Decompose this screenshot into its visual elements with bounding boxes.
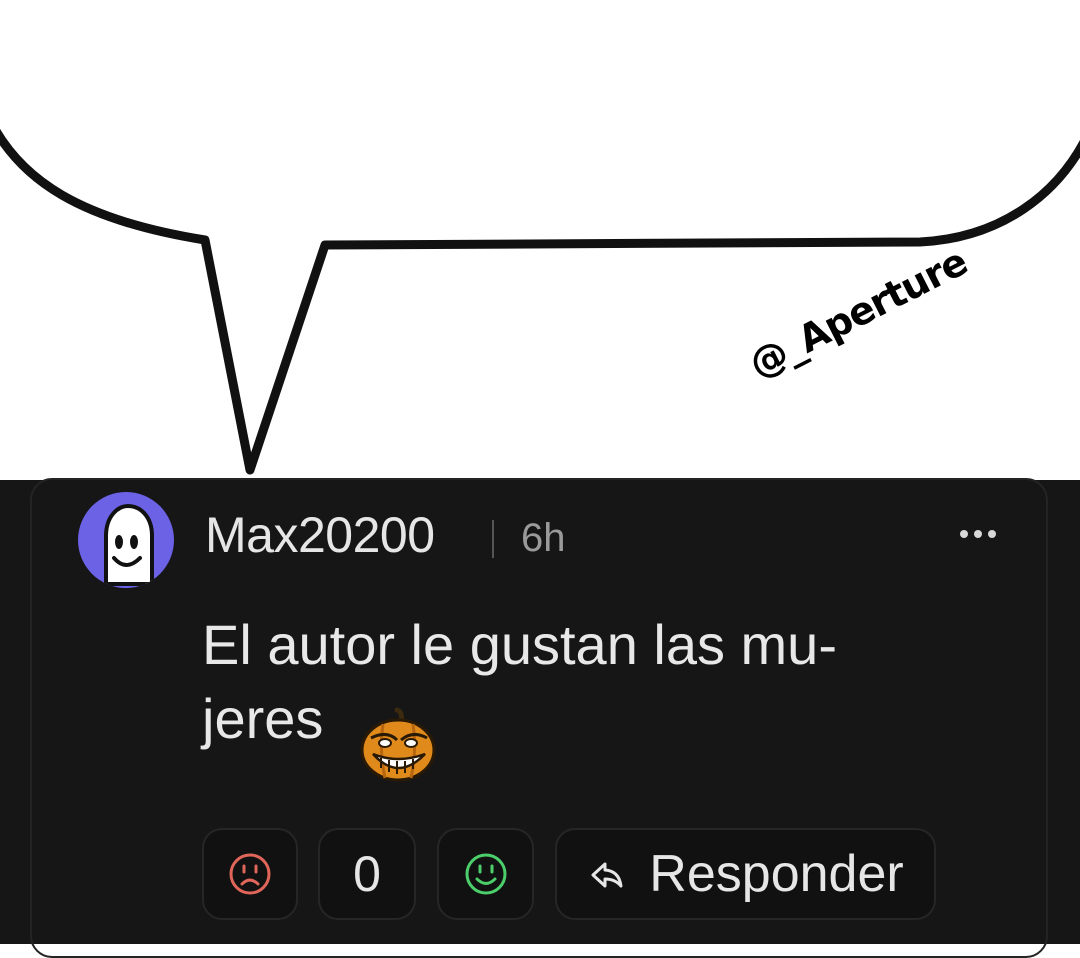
comment-username[interactable]: Max20200: [205, 506, 435, 564]
reply-arrow-icon: [591, 862, 623, 888]
vote-count: 0: [318, 828, 416, 920]
ghost-avatar-icon: [104, 503, 154, 586]
vote-count-value: 0: [353, 846, 381, 902]
comment-text-line-2: jeres: [202, 687, 324, 750]
more-options-button[interactable]: [948, 512, 1008, 556]
reply-button[interactable]: Responder: [555, 828, 936, 920]
avatar[interactable]: [78, 492, 174, 588]
comment-text-line-1: El autor le gustan las mu-: [202, 613, 837, 676]
reply-label: Responder: [649, 845, 904, 903]
more-dots-icon: [960, 530, 968, 538]
meme-image: @_Aperture: [0, 0, 1080, 480]
comment-body: El autor le gustan las mu- jeres: [202, 608, 962, 756]
pumpkin-trollface-emoji-icon: [360, 707, 436, 782]
downvote-button[interactable]: [202, 828, 298, 920]
smiley-face-icon: [465, 853, 506, 895]
speech-bubble: [0, 120, 1080, 475]
comment-timestamp: 6h: [521, 516, 566, 560]
upvote-button[interactable]: [437, 828, 534, 920]
sad-face-icon: [229, 853, 271, 895]
separator: [492, 520, 494, 558]
